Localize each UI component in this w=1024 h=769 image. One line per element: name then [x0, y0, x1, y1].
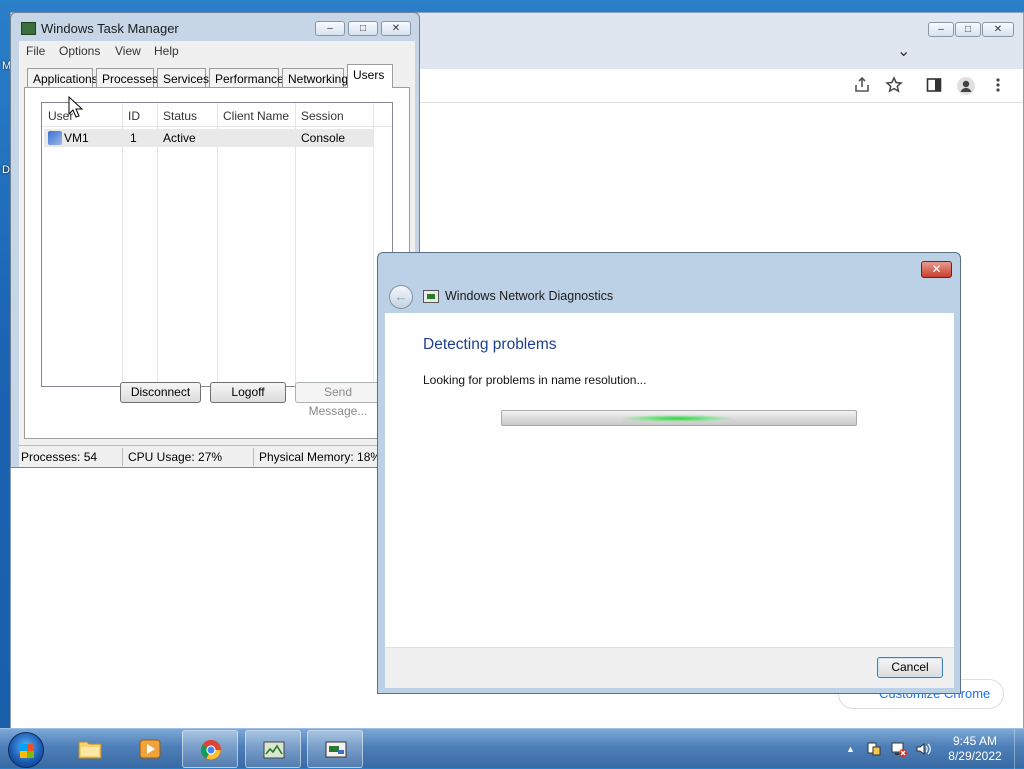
status-divider — [122, 448, 123, 466]
dialog-footer: Cancel — [385, 647, 954, 688]
cell-id: 1 — [130, 131, 137, 145]
cell-session: Console — [301, 131, 346, 145]
tm-maximize-button[interactable]: □ — [348, 21, 378, 36]
users-list[interactable]: User ID Status Client Name Session VM1 1… — [41, 102, 393, 387]
dialog-title: Windows Network Diagnostics — [445, 289, 614, 303]
table-row[interactable]: VM1 1 Active Console — [44, 129, 374, 147]
profile-icon[interactable] — [955, 76, 977, 98]
share-icon[interactable] — [851, 76, 873, 98]
network-diagnostics-icon — [325, 741, 347, 758]
system-clock[interactable]: 9:45 AM 8/29/2022 — [940, 734, 1010, 764]
sidebar-icon[interactable] — [923, 76, 945, 98]
column-header-id[interactable]: ID — [128, 109, 140, 123]
taskbar-chrome-button[interactable] — [182, 730, 238, 768]
star-icon[interactable] — [883, 76, 905, 98]
folder-icon — [78, 741, 102, 759]
network-diagnostics-dialog[interactable]: ✕ ← Windows Network Diagnostics Detectin… — [377, 252, 961, 694]
users-panel: User ID Status Client Name Session VM1 1… — [24, 87, 410, 439]
taskbar-explorer-button[interactable] — [62, 730, 118, 768]
status-physical-memory: Physical Memory: 18% — [259, 450, 382, 464]
media-player-icon — [139, 739, 161, 759]
column-header-session[interactable]: Session — [301, 109, 344, 123]
task-manager-title: Windows Task Manager — [41, 21, 179, 36]
menu-options[interactable]: Options — [59, 44, 100, 58]
taskbar-network-diagnostics-button[interactable] — [307, 730, 363, 768]
chrome-icon — [200, 739, 222, 761]
action-center-icon[interactable] — [866, 741, 882, 757]
tab-processes[interactable]: Processes — [96, 68, 158, 88]
status-cpu-usage: CPU Usage: 27% — [128, 450, 223, 464]
chrome-close-button[interactable]: ✕ — [982, 22, 1014, 37]
cell-user: VM1 — [64, 131, 89, 145]
progress-marquee-glow — [622, 415, 732, 422]
tm-statusbar: Processes: 54 CPU Usage: 27% Physical Me… — [19, 445, 415, 467]
chrome-minimize-button[interactable]: – — [928, 22, 954, 37]
menu-icon[interactable] — [987, 76, 1009, 98]
chrome-maximize-button[interactable]: □ — [955, 22, 981, 37]
desktop-icon-label-d: D — [2, 164, 10, 176]
tm-menubar: File Options View Help — [19, 41, 415, 61]
dialog-heading: Detecting problems — [423, 336, 557, 353]
dialog-content: Detecting problems Looking for problems … — [385, 313, 954, 647]
chevron-down-icon[interactable]: ⌄ — [897, 41, 910, 61]
network-icon[interactable] — [891, 741, 907, 757]
user-icon — [48, 131, 62, 145]
logoff-button[interactable]: Logoff — [210, 382, 286, 403]
dialog-close-button[interactable]: ✕ — [921, 261, 952, 278]
cancel-button[interactable]: Cancel — [877, 657, 943, 678]
show-desktop-button[interactable] — [1014, 729, 1024, 769]
show-hidden-icons-button[interactable]: ▲ — [846, 744, 855, 754]
menu-help[interactable]: Help — [154, 44, 179, 58]
back-arrow-icon[interactable]: ← — [389, 285, 413, 309]
cell-status: Active — [163, 131, 196, 145]
taskbar: ▲ 9:45 AM 8/29/2022 — [0, 728, 1024, 769]
mouse-cursor-icon — [68, 96, 84, 118]
clock-date: 8/29/2022 — [948, 749, 1002, 763]
task-manager-window[interactable]: Windows Task Manager – □ ✕ File Options … — [10, 12, 420, 468]
send-message-button[interactable]: Send Message... — [295, 382, 381, 418]
tab-applications[interactable]: Applications — [27, 68, 98, 88]
start-button[interactable] — [8, 732, 44, 768]
taskbar-task-manager-button[interactable] — [245, 730, 301, 768]
status-processes: Processes: 54 — [21, 450, 98, 464]
status-divider — [253, 448, 254, 466]
tab-users[interactable]: Users — [347, 64, 393, 88]
column-header-client-name[interactable]: Client Name — [223, 109, 289, 123]
task-manager-icon — [21, 22, 36, 35]
disconnect-button[interactable]: Disconnect — [120, 382, 201, 403]
progress-bar — [501, 410, 857, 426]
tab-networking[interactable]: Networking — [282, 68, 348, 88]
volume-icon[interactable] — [915, 741, 931, 757]
task-manager-icon — [263, 741, 285, 759]
column-header-status[interactable]: Status — [163, 109, 197, 123]
tm-body: Applications Processes Services Performa… — [19, 61, 415, 445]
menu-file[interactable]: File — [26, 44, 45, 58]
tab-performance[interactable]: Performance — [209, 68, 284, 88]
dialog-message: Looking for problems in name resolution.… — [423, 373, 647, 387]
tm-close-button[interactable]: ✕ — [381, 21, 411, 36]
tm-minimize-button[interactable]: – — [315, 21, 345, 36]
clock-time: 9:45 AM — [952, 734, 998, 748]
taskbar-media-player-button[interactable] — [122, 730, 178, 768]
tab-services[interactable]: Services — [157, 68, 209, 88]
network-diagnostics-icon — [423, 290, 439, 303]
menu-view[interactable]: View — [115, 44, 141, 58]
